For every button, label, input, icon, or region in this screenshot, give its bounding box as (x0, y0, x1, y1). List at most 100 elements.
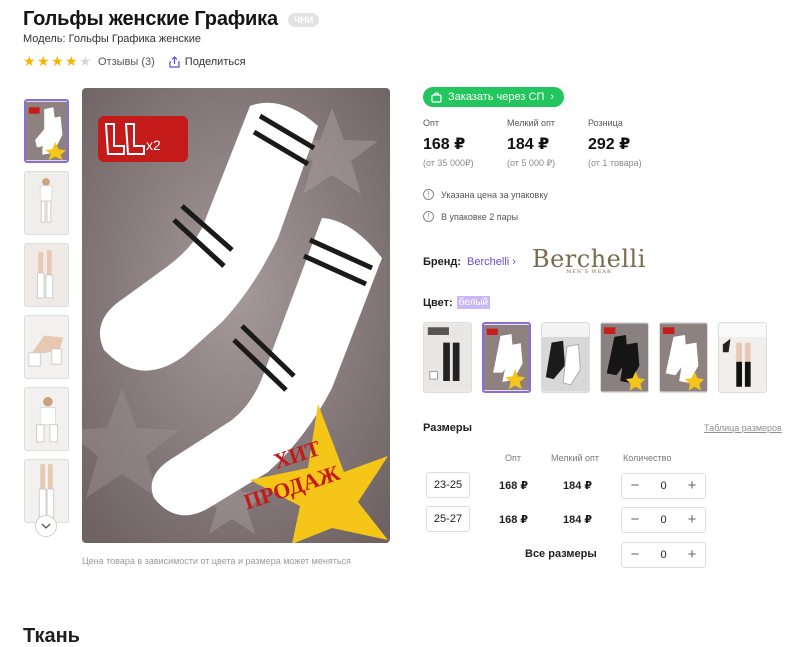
order-via-sp-button[interactable]: Заказать через СП › (423, 87, 565, 107)
product-badge: ЧНИ (287, 12, 320, 27)
thumbnails-scroll-down-button[interactable] (35, 515, 57, 537)
quantity-stepper: − 0 + (621, 473, 706, 499)
thumbnail-list (24, 99, 70, 531)
size-small-opt-price: 184 ₽ (563, 514, 593, 526)
swatch-image (660, 323, 707, 392)
cart-icon (431, 91, 442, 103)
rating-stars: ★ ★ ★ ★ ★ (23, 53, 92, 69)
reviews-link[interactable]: Отзывы (3) (98, 56, 155, 68)
chevron-right-icon: › (550, 91, 555, 103)
color-value: белый (456, 296, 491, 309)
product-model: Модель: Гольфы Графика женские (23, 33, 201, 45)
color-swatch[interactable] (659, 322, 708, 393)
x2-label: x2 (146, 137, 161, 153)
size-small-opt-price: 184 ₽ (563, 480, 593, 492)
star-icon: ★ (37, 53, 50, 69)
size-table-link[interactable]: Таблица размеров (704, 423, 782, 433)
thumbnail-5[interactable] (24, 387, 69, 451)
price-value: 184 ₽ (507, 136, 550, 153)
quantity-value[interactable]: 0 (660, 480, 666, 492)
title-row: Гольфы женские Графика ЧНИ (23, 8, 320, 31)
color-swatch[interactable] (600, 322, 649, 393)
color-swatches (423, 322, 767, 393)
color-swatch[interactable] (423, 322, 472, 393)
thumbnail-image (25, 460, 68, 522)
thumbnail-6[interactable] (24, 459, 69, 523)
plus-button[interactable]: + (685, 547, 699, 562)
main-product-image[interactable]: x2 ХИТ ПРОДАЖ (82, 88, 390, 543)
thumbnail-3[interactable] (24, 243, 69, 307)
brand-label: Бренд: (423, 255, 462, 268)
rating-row: ★ ★ ★ ★ ★ Отзывы (3) Поделиться (23, 53, 246, 69)
minus-button[interactable]: − (628, 478, 642, 493)
thumbnail-4[interactable] (24, 315, 69, 379)
info-icon: ! (423, 189, 434, 200)
color-label: Цвет: (423, 296, 453, 309)
info-text: В упаковке 2 пары (441, 211, 519, 222)
product-photo: x2 ХИТ ПРОДАЖ (82, 88, 390, 543)
brand-name: Berchelli (467, 255, 510, 268)
swatch-image (484, 324, 529, 391)
sizes-title: Размеры (423, 422, 473, 434)
size-opt-price: 168 ₽ (499, 514, 529, 526)
thumbnail-1[interactable] (24, 99, 69, 163)
image-caption: Цена товара в зависимости от цвета и раз… (82, 556, 351, 566)
quantity-stepper: − 0 + (621, 507, 706, 533)
price-value: 168 ₽ (423, 136, 466, 153)
price-note: (от 5 000 ₽) (507, 158, 556, 168)
star-icon: ★ (51, 53, 64, 69)
star-icon: ★ (65, 53, 78, 69)
info-price-per-pack: ! Указана цена за упаковку (423, 189, 548, 200)
size-chip[interactable]: 23-25 (426, 472, 470, 498)
minus-button[interactable]: − (628, 512, 642, 527)
size-chip[interactable]: 25-27 (426, 506, 470, 532)
price-note: (от 1 товара) (588, 158, 642, 168)
brand-logo[interactable]: Berchelli MEN'S WEAR (531, 245, 646, 275)
minus-button[interactable]: − (628, 547, 642, 562)
header-quantity: Количество (623, 453, 672, 463)
swatch-image (424, 323, 471, 392)
price-label: Розница (588, 118, 623, 128)
price-opt: Опт 168 ₽ (от 35 000₽) (423, 118, 474, 169)
brand-row: Бренд: Berchelli › Berchelli MEN'S WEAR (423, 245, 646, 275)
color-swatch-selected[interactable] (482, 322, 531, 393)
product-title: Гольфы женские Графика (23, 8, 278, 30)
price-small-opt: Мелкий опт 184 ₽ (от 5 000 ₽) (507, 118, 555, 169)
color-row: Цвет: белый (423, 296, 491, 309)
share-button[interactable]: Поделиться (169, 56, 246, 68)
brand-logo-text: Berchelli (531, 245, 646, 273)
fabric-section-title: Ткань (23, 625, 80, 647)
plus-button[interactable]: + (685, 478, 699, 493)
order-label: Заказать через СП (448, 91, 545, 103)
price-label: Опт (423, 118, 439, 128)
price-retail: Розница 292 ₽ (от 1 товара) (588, 118, 642, 168)
thumbnail-2[interactable] (24, 171, 69, 235)
star-icon: ★ (23, 53, 36, 69)
brand-link[interactable]: Berchelli › (467, 256, 516, 268)
thumbnail-image (26, 101, 67, 161)
info-icon: ! (423, 211, 434, 222)
chevron-down-icon (41, 523, 51, 529)
quantity-value[interactable]: 0 (660, 549, 666, 561)
color-swatch[interactable] (718, 322, 767, 393)
swatch-image (542, 323, 589, 392)
swatch-image (719, 323, 766, 392)
thumbnail-image (25, 388, 68, 450)
thumbnail-image (25, 172, 68, 234)
header-opt: Опт (505, 453, 521, 463)
price-note: (от 35 000₽) (423, 158, 474, 168)
price-value: 292 ₽ (588, 136, 631, 153)
color-swatch[interactable] (541, 322, 590, 393)
all-sizes-stepper: − 0 + (621, 542, 706, 568)
thumbnail-image (25, 316, 68, 378)
share-label: Поделиться (184, 55, 246, 68)
plus-button[interactable]: + (685, 512, 699, 527)
header-small-opt: Мелкий опт (551, 453, 600, 463)
info-text: Указана цена за упаковку (441, 189, 548, 200)
info-pairs-per-pack: ! В упаковке 2 пары (423, 211, 518, 222)
star-empty-icon: ★ (79, 53, 92, 69)
price-label: Мелкий опт (507, 118, 556, 128)
all-sizes-label: Все размеры (525, 548, 597, 560)
share-icon (169, 55, 180, 68)
quantity-value[interactable]: 0 (660, 514, 666, 526)
